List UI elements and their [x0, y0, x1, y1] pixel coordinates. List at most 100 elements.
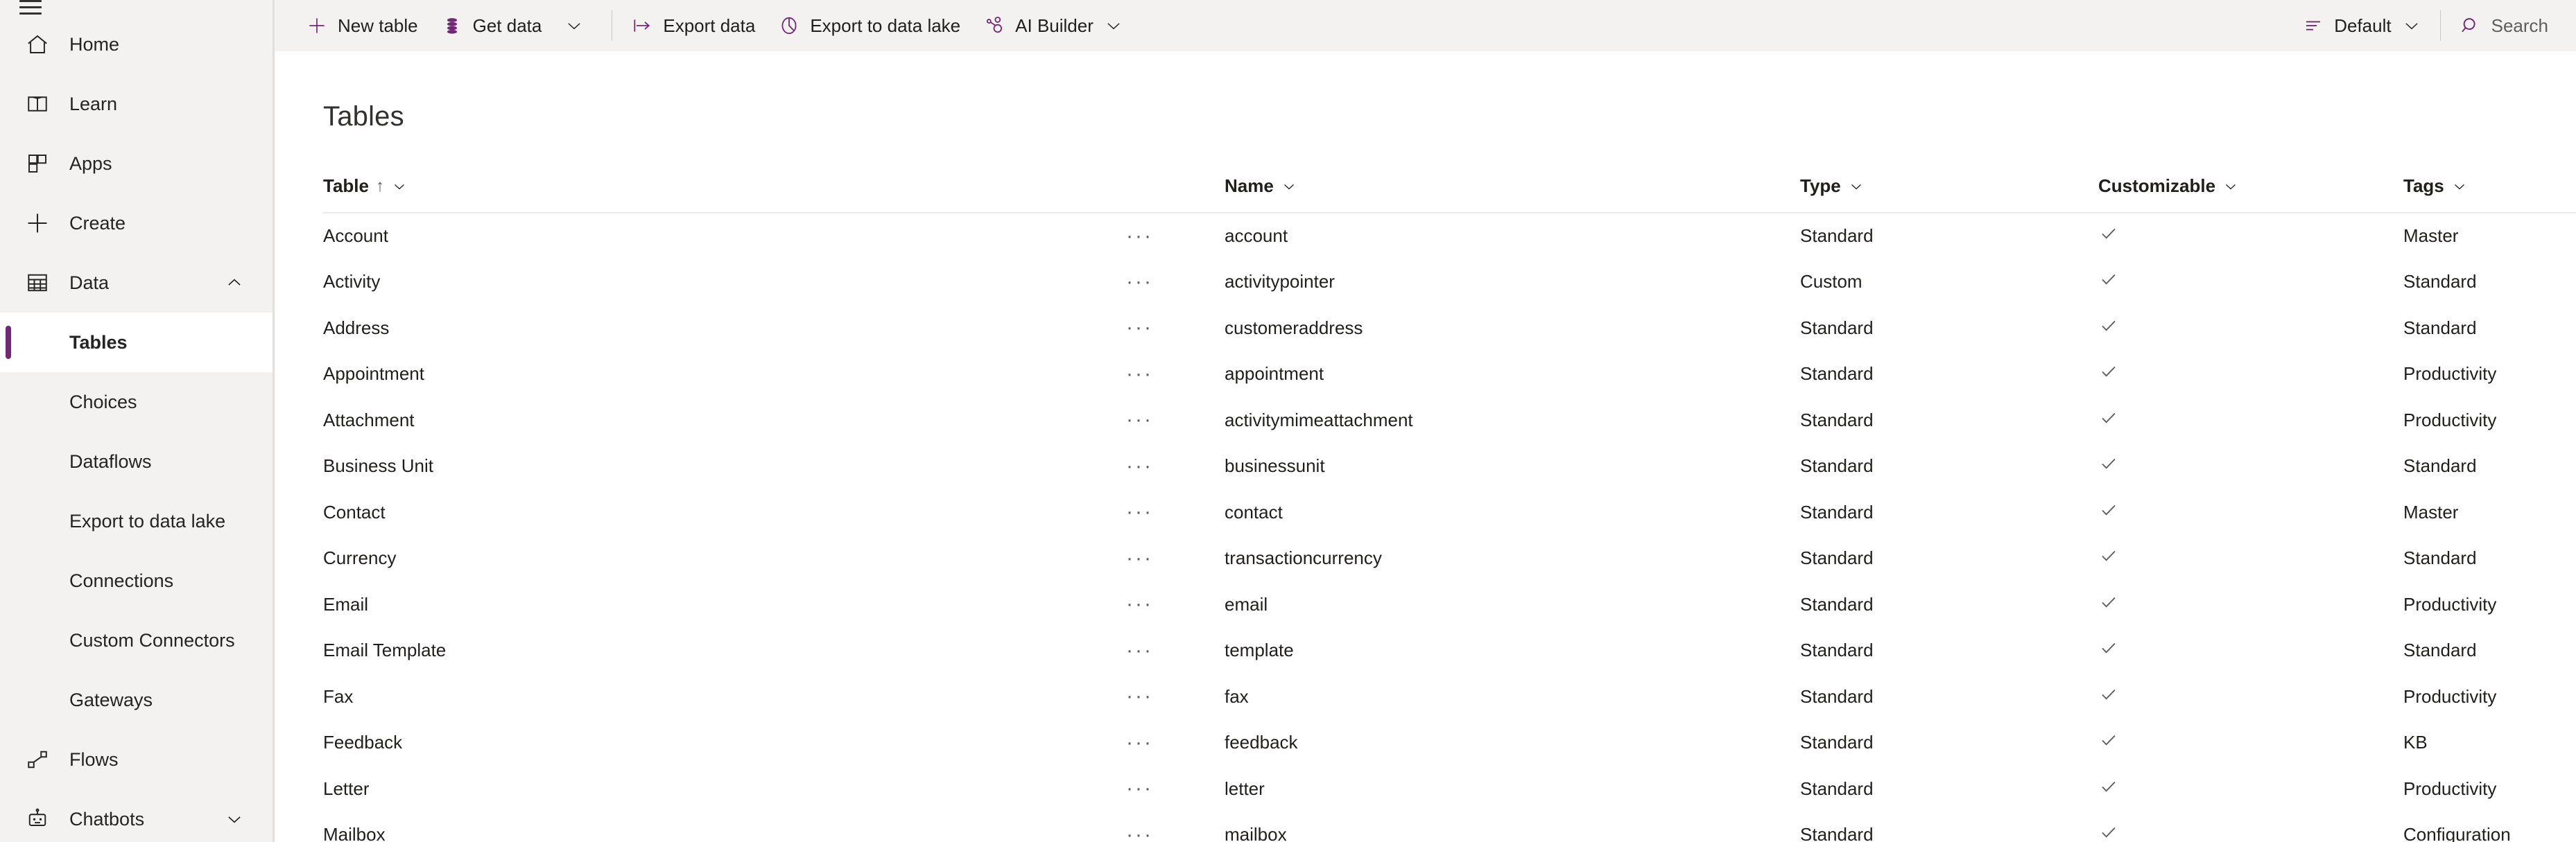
more-options-icon[interactable]: ···: [1121, 774, 1159, 803]
table-row[interactable]: Appointment ··· appointment Standard Product…: [323, 351, 2576, 398]
more-options-icon[interactable]: ···: [1121, 590, 1159, 619]
table-row[interactable]: Fax ··· fax Standard Productivity: [323, 674, 2576, 720]
sidebar-item-home[interactable]: Home: [0, 15, 273, 74]
get-data-dropdown-button[interactable]: [553, 0, 605, 51]
cell-table-display-name[interactable]: Email: [323, 581, 1121, 628]
cell-logical-name: appointment: [1225, 363, 1324, 385]
table-icon: [24, 269, 51, 297]
chevron-down-icon[interactable]: [391, 178, 408, 195]
command-bar: New table Get data Export data Export to…: [275, 0, 2576, 51]
new-table-button[interactable]: New table: [294, 0, 429, 51]
cell-table-display-name[interactable]: Appointment: [323, 351, 1121, 398]
ai-builder-button[interactable]: AI Builder: [971, 0, 1135, 51]
sort-ascending-icon: ↑: [375, 176, 384, 195]
cell-table-display-name[interactable]: Business Unit: [323, 444, 1121, 490]
sidebar-item-chatbots[interactable]: Chatbots: [0, 789, 273, 842]
chevron-down-icon[interactable]: [1281, 178, 1297, 195]
check-icon: [2098, 315, 2119, 336]
sidebar-item-data[interactable]: Data: [0, 253, 273, 313]
column-header-name[interactable]: Name: [1225, 175, 1800, 213]
more-options-icon[interactable]: ···: [1121, 821, 1159, 842]
export-icon: [630, 14, 654, 37]
table-row[interactable]: Mailbox ··· mailbox Standard Configuration: [323, 812, 2576, 842]
cell-tags: Productivity: [2403, 593, 2497, 615]
more-options-icon[interactable]: ···: [1121, 267, 1159, 297]
more-options-icon[interactable]: ···: [1121, 452, 1159, 481]
chevron-down-icon[interactable]: [2451, 178, 2468, 195]
table-row[interactable]: Currency ··· transactioncurrency Standard St…: [323, 536, 2576, 582]
column-header-customizable[interactable]: Customizable: [2098, 175, 2403, 213]
cell-table-display-name[interactable]: Account: [323, 213, 1121, 259]
export-to-data-lake-button[interactable]: Export to data lake: [766, 0, 971, 51]
more-options-icon[interactable]: ···: [1121, 636, 1159, 665]
sidebar-item-export-to-data-lake[interactable]: Export to data lake: [0, 491, 273, 551]
cell-type: Standard: [1800, 732, 1874, 753]
chevron-down-icon: [2401, 15, 2422, 36]
row-actions-cell: ···: [1121, 444, 1225, 490]
more-options-icon[interactable]: ···: [1121, 682, 1159, 711]
sidebar-item-label: Learn: [69, 93, 118, 114]
more-options-icon[interactable]: ···: [1121, 498, 1159, 527]
sidebar-item-learn[interactable]: Learn: [0, 74, 273, 134]
table-row[interactable]: Letter ··· letter Standard Productivity: [323, 766, 2576, 812]
sidebar-item-gateways[interactable]: Gateways: [0, 670, 273, 730]
more-options-icon[interactable]: ···: [1121, 405, 1159, 435]
column-header-table[interactable]: Table ↑: [323, 175, 1121, 213]
table-row[interactable]: Email Template ··· template Standard Standar…: [323, 628, 2576, 674]
more-options-icon[interactable]: ···: [1121, 544, 1159, 573]
sidebar-item-dataflows[interactable]: Dataflows: [0, 432, 273, 491]
column-header-type[interactable]: Type: [1800, 175, 2098, 213]
chevron-down-icon[interactable]: [2222, 178, 2239, 195]
table-row[interactable]: Contact ··· contact Standard Master: [323, 489, 2576, 536]
sidebar-item-choices[interactable]: Choices: [0, 372, 273, 432]
cell-table-display-name[interactable]: Fax: [323, 674, 1121, 720]
table-row[interactable]: Business Unit ··· businessunit Standard Stan…: [323, 444, 2576, 490]
table-row[interactable]: Feedback ··· feedback Standard KB: [323, 720, 2576, 766]
search-button[interactable]: Search: [2448, 0, 2576, 51]
check-icon: [2098, 545, 2119, 566]
cell-customizable: [2098, 766, 2403, 812]
grid-body: Account ··· account Standard Master Activity ·…: [323, 213, 2576, 842]
cell-table-display-name[interactable]: Address: [323, 305, 1121, 351]
sidebar-item-create[interactable]: Create: [0, 193, 273, 253]
cell-logical-name: contact: [1225, 501, 1283, 523]
more-options-icon[interactable]: ···: [1121, 222, 1159, 251]
table-row[interactable]: Email ··· email Standard Productivity: [323, 581, 2576, 628]
cell-table-display-name[interactable]: Attachment: [323, 397, 1121, 444]
sidebar-item-connections[interactable]: Connections: [0, 551, 273, 611]
sidebar-item-tables[interactable]: Tables: [0, 313, 273, 372]
chevron-down-icon[interactable]: [223, 807, 246, 831]
cell-table-display-name[interactable]: Currency: [323, 536, 1121, 582]
cell-tags: Master: [2403, 225, 2459, 247]
sidebar-item-custom-connectors[interactable]: Custom Connectors: [0, 611, 273, 670]
cell-table-display-name[interactable]: Email Template: [323, 628, 1121, 674]
chevron-up-icon[interactable]: [223, 271, 246, 295]
table-row[interactable]: Account ··· account Standard Master: [323, 213, 2576, 259]
view-selector-button[interactable]: Default: [2290, 0, 2432, 51]
more-options-icon[interactable]: ···: [1121, 313, 1159, 342]
sidebar-item-flows[interactable]: Flows: [0, 730, 273, 789]
cell-table-display-name[interactable]: Activity: [323, 259, 1121, 306]
grid-header: Table ↑ Name Type Customizable Tags: [323, 175, 2576, 213]
hamburger-menu-button[interactable]: [0, 0, 273, 15]
sidebar-item-label: Data: [69, 272, 110, 293]
get-data-button[interactable]: Get data: [429, 0, 553, 51]
cell-table-display-name[interactable]: Letter: [323, 766, 1121, 812]
cell-type: Standard: [1800, 824, 1874, 842]
cell-table-display-name[interactable]: Contact: [323, 489, 1121, 536]
more-options-icon[interactable]: ···: [1121, 728, 1159, 757]
cell-table-display-name[interactable]: Feedback: [323, 720, 1121, 766]
table-row[interactable]: Attachment ··· activitymimeattachment Stand…: [323, 397, 2576, 444]
sidebar-item-apps[interactable]: Apps: [0, 134, 273, 193]
page-title: Tables: [323, 101, 404, 132]
export-data-button[interactable]: Export data: [619, 0, 766, 51]
table-row[interactable]: Address ··· customeraddress Standard Standar…: [323, 305, 2576, 351]
table-row[interactable]: Activity ··· activitypointer Custom Standard: [323, 259, 2576, 306]
chevron-down-icon[interactable]: [1848, 178, 1865, 195]
chevron-down-icon[interactable]: [1103, 15, 1124, 36]
cell-table-display-name[interactable]: Mailbox: [323, 812, 1121, 842]
row-actions-cell: ···: [1121, 674, 1225, 720]
cell-customizable: [2098, 213, 2403, 259]
more-options-icon[interactable]: ···: [1121, 360, 1159, 389]
column-header-tags[interactable]: Tags: [2403, 175, 2576, 213]
